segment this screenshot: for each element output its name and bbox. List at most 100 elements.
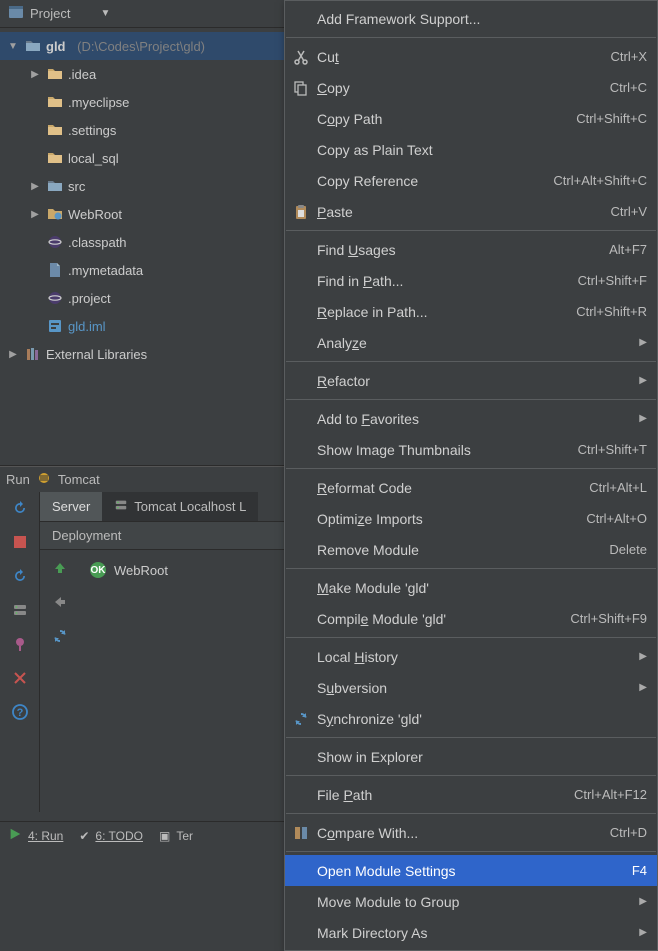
- expand-arrow-icon[interactable]: ▶: [28, 209, 42, 220]
- menu-item-add-framework-support[interactable]: Add Framework Support...: [285, 3, 657, 34]
- menu-item-label: Replace in Path...: [317, 304, 570, 320]
- tree-item-label: src: [68, 179, 85, 194]
- rerun-button[interactable]: [10, 498, 30, 518]
- stop-button[interactable]: [10, 532, 30, 552]
- menu-item-find-usages[interactable]: Find UsagesAlt+F7: [285, 234, 657, 265]
- restart-button[interactable]: [10, 566, 30, 586]
- deployment-item-name: WebRoot: [114, 563, 168, 578]
- expand-arrow-icon[interactable]: ▶: [28, 181, 42, 192]
- menu-item-label: Reformat Code: [317, 480, 583, 496]
- deployment-toolbar: [40, 550, 80, 812]
- project-dropdown-icon[interactable]: ▼: [100, 8, 110, 19]
- submenu-arrow-icon: ▶: [639, 896, 647, 907]
- eclipse-icon: [46, 290, 64, 306]
- menu-item-reformat-code[interactable]: Reformat Code Ctrl+Alt+L: [285, 472, 657, 503]
- menu-item-shortcut: Ctrl+Alt+L: [589, 480, 647, 495]
- menu-item-paste[interactable]: PasteCtrl+V: [285, 196, 657, 227]
- menu-item-label: Mark Directory As: [317, 925, 627, 941]
- menu-item-open-module-settings[interactable]: Open Module SettingsF4: [285, 855, 657, 886]
- module-icon: [24, 38, 42, 54]
- menu-item-shortcut: Delete: [609, 542, 647, 557]
- expand-arrow-icon[interactable]: ▶: [28, 69, 42, 80]
- submenu-arrow-icon: ▶: [639, 927, 647, 938]
- server-icon: [114, 498, 128, 515]
- tab-tomcat-log[interactable]: Tomcat Localhost L: [102, 492, 258, 521]
- menu-item-show-in-explorer[interactable]: Show in Explorer: [285, 741, 657, 772]
- help-button[interactable]: [10, 702, 30, 722]
- menu-item-make-module-gld[interactable]: Make Module 'gld': [285, 572, 657, 603]
- external-libraries-label: External Libraries: [46, 347, 147, 362]
- copy-icon: [291, 80, 311, 96]
- status-todo[interactable]: ✔ 6: TODO: [79, 829, 143, 843]
- expand-arrow-icon[interactable]: ▼: [6, 41, 20, 52]
- menu-item-cut[interactable]: CutCtrl+X: [285, 41, 657, 72]
- menu-item-replace-in-path[interactable]: Replace in Path...Ctrl+Shift+R: [285, 296, 657, 327]
- run-label: Run: [6, 472, 30, 487]
- menu-item-local-history[interactable]: Local History ▶: [285, 641, 657, 672]
- status-run[interactable]: 4: Run: [8, 827, 63, 844]
- pin-button[interactable]: [10, 634, 30, 654]
- menu-item-shortcut: Ctrl+Alt+Shift+C: [553, 173, 647, 188]
- deploy-button[interactable]: [50, 558, 70, 578]
- context-menu: Add Framework Support... CutCtrl+XCopyCtr…: [284, 0, 658, 951]
- tree-item-label: WebRoot: [68, 207, 122, 222]
- menu-separator: [286, 37, 656, 38]
- menu-item-copy-as-plain-text[interactable]: Copy as Plain Text: [285, 134, 657, 165]
- menu-item-shortcut: F4: [632, 863, 647, 878]
- menu-item-label: Local History: [317, 649, 627, 665]
- close-button[interactable]: [10, 668, 30, 688]
- menu-item-label: Make Module 'gld': [317, 580, 647, 596]
- sync-icon: [291, 711, 311, 727]
- menu-item-shortcut: Ctrl+V: [611, 204, 647, 219]
- menu-item-shortcut: Alt+F7: [609, 242, 647, 257]
- menu-item-compare-with[interactable]: Compare With...Ctrl+D: [285, 817, 657, 848]
- tree-root-name: gld: [46, 39, 66, 54]
- menu-item-shortcut: Ctrl+Alt+O: [586, 511, 647, 526]
- menu-item-compile-module-gld[interactable]: Compile Module 'gld'Ctrl+Shift+F9: [285, 603, 657, 634]
- menu-item-move-module-to-group[interactable]: Move Module to Group▶: [285, 886, 657, 917]
- menu-item-copy-path[interactable]: Copy PathCtrl+Shift+C: [285, 103, 657, 134]
- menu-separator: [286, 361, 656, 362]
- menu-item-label: Synchronize 'gld': [317, 711, 647, 727]
- project-icon: [8, 4, 24, 23]
- menu-item-show-image-thumbnails[interactable]: Show Image ThumbnailsCtrl+Shift+T: [285, 434, 657, 465]
- play-icon: [8, 827, 22, 844]
- tab-server[interactable]: Server: [40, 492, 102, 521]
- folder-icon: [46, 122, 64, 138]
- menu-item-label: Add to Favorites: [317, 411, 627, 427]
- menu-item-remove-module[interactable]: Remove ModuleDelete: [285, 534, 657, 565]
- undeploy-button[interactable]: [50, 592, 70, 612]
- server-button[interactable]: [10, 600, 30, 620]
- menu-item-analyze[interactable]: Analyze ▶: [285, 327, 657, 358]
- menu-item-mark-directory-as[interactable]: Mark Directory As ▶: [285, 917, 657, 948]
- menu-item-refactor[interactable]: Refactor▶: [285, 365, 657, 396]
- compare-icon: [291, 825, 311, 841]
- tab-tomcat-label: Tomcat Localhost L: [134, 499, 246, 514]
- status-terminal-label: Ter: [176, 829, 193, 843]
- menu-item-synchronize-gld[interactable]: Synchronize 'gld': [285, 703, 657, 734]
- tab-server-label: Server: [52, 499, 90, 514]
- expand-arrow-icon[interactable]: ▶: [6, 349, 20, 360]
- menu-item-subversion[interactable]: Subversion▶: [285, 672, 657, 703]
- submenu-arrow-icon: ▶: [639, 337, 647, 348]
- menu-separator: [286, 568, 656, 569]
- run-config-name: Tomcat: [58, 472, 100, 487]
- menu-item-optimize-imports[interactable]: Optimize ImportsCtrl+Alt+O: [285, 503, 657, 534]
- menu-item-label: Show in Explorer: [317, 749, 647, 765]
- status-terminal[interactable]: ▣ Ter: [159, 829, 193, 843]
- menu-item-copy[interactable]: CopyCtrl+C: [285, 72, 657, 103]
- menu-item-shortcut: Ctrl+D: [610, 825, 647, 840]
- menu-item-file-path[interactable]: File PathCtrl+Alt+F12: [285, 779, 657, 810]
- submenu-arrow-icon: ▶: [639, 651, 647, 662]
- menu-item-add-to-favorites[interactable]: Add to Favorites▶: [285, 403, 657, 434]
- menu-item-find-in-path[interactable]: Find in Path...Ctrl+Shift+F: [285, 265, 657, 296]
- status-run-label: 4: Run: [28, 829, 63, 843]
- menu-item-shortcut: Ctrl+Shift+C: [576, 111, 647, 126]
- tree-item-label: gld.iml: [68, 319, 106, 334]
- sync-deploy-button[interactable]: [50, 626, 70, 646]
- menu-item-copy-reference[interactable]: Copy ReferenceCtrl+Alt+Shift+C: [285, 165, 657, 196]
- menu-item-shortcut: Ctrl+X: [611, 49, 647, 64]
- menu-item-label: Refactor: [317, 373, 627, 389]
- folder-icon: [46, 94, 64, 110]
- menu-item-label: Analyze: [317, 335, 627, 351]
